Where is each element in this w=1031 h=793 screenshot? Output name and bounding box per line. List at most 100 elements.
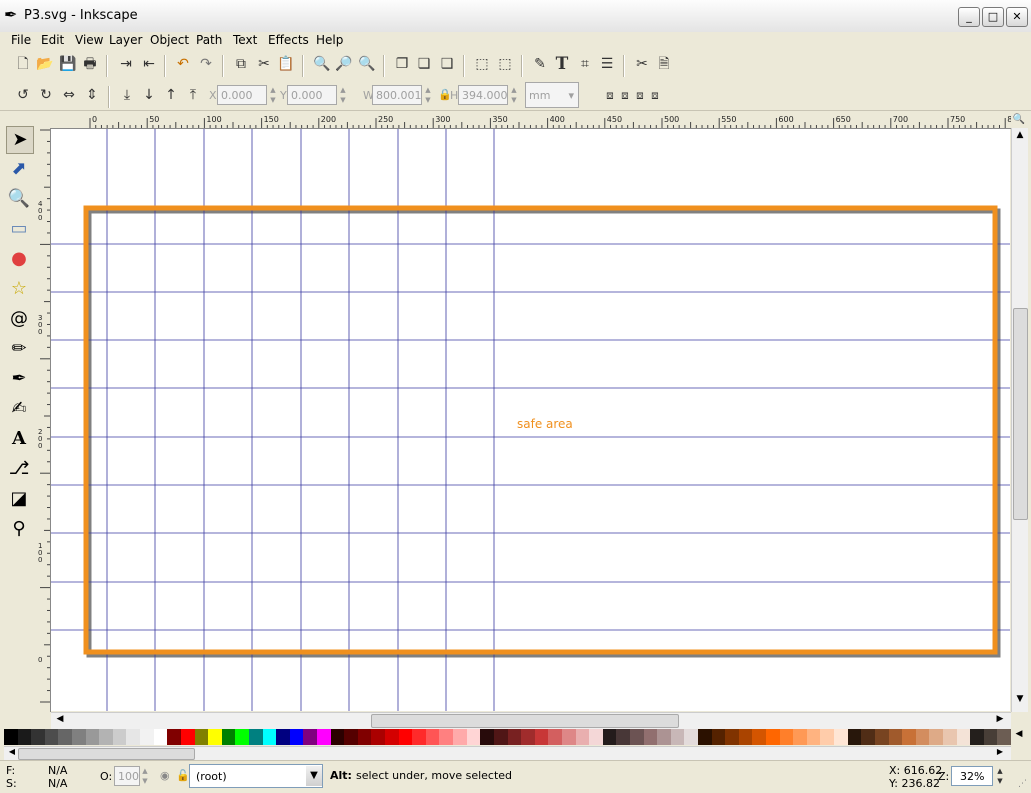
scroll-right-icon[interactable]: ▶: [993, 714, 1007, 728]
eye-icon[interactable]: ◉: [160, 769, 170, 782]
palette-swatch[interactable]: [711, 729, 726, 745]
palette-scroll-left-icon[interactable]: ◀: [6, 747, 18, 759]
import-icon[interactable]: ⇥: [116, 54, 136, 74]
calligraphy-tool-icon[interactable]: ✍: [6, 396, 32, 422]
palette-swatch[interactable]: [752, 729, 767, 745]
zoom-tool-icon[interactable]: 🔍: [6, 186, 32, 212]
align-icon[interactable]: ☰: [597, 54, 617, 74]
fill-value[interactable]: N/A: [48, 764, 67, 777]
palette-swatch[interactable]: [616, 729, 631, 745]
palette-swatch[interactable]: [670, 729, 685, 745]
palette-swatch[interactable]: [58, 729, 73, 745]
palette-swatch[interactable]: [929, 729, 944, 745]
palette-swatch[interactable]: [167, 729, 182, 745]
palette-swatch[interactable]: [684, 729, 699, 745]
palette-scrollbar[interactable]: ◀ ▶: [4, 746, 1011, 761]
palette-swatch[interactable]: [657, 729, 672, 745]
minimize-button[interactable]: _: [958, 7, 980, 27]
palette-swatch[interactable]: [44, 729, 59, 745]
ungroup-icon[interactable]: ⬚: [495, 54, 515, 74]
rotate-ccw-icon[interactable]: ↺: [13, 85, 33, 105]
vertical-scrollbar[interactable]: ▲ ▼: [1011, 128, 1028, 712]
rectangle-tool-icon[interactable]: ▭: [6, 216, 32, 242]
selector-tool-icon[interactable]: ➤: [6, 126, 34, 154]
text-tool-icon[interactable]: A: [6, 426, 32, 452]
palette-scroll-thumb[interactable]: [18, 748, 195, 760]
opacity-spinner[interactable]: ▲ ▼: [140, 766, 150, 786]
palette-swatch[interactable]: [126, 729, 141, 745]
palette-swatch[interactable]: [85, 729, 100, 745]
fill-stroke-icon[interactable]: ✎: [530, 54, 550, 74]
x-spinner[interactable]: ▲ ▼: [268, 85, 278, 105]
w-spinner[interactable]: ▲ ▼: [423, 85, 433, 105]
ellipse-tool-icon[interactable]: ●: [6, 246, 32, 272]
save-icon[interactable]: 💾: [58, 54, 78, 74]
palette-swatch[interactable]: [861, 729, 876, 745]
palette-swatch[interactable]: [589, 729, 604, 745]
h-spinner[interactable]: ▲ ▼: [509, 85, 519, 105]
palette-swatch[interactable]: [983, 729, 998, 745]
close-button[interactable]: ✕: [1006, 7, 1028, 27]
redo-icon[interactable]: ↷: [196, 54, 216, 74]
palette-swatch[interactable]: [820, 729, 835, 745]
document-properties-icon[interactable]: 🗎: [654, 54, 674, 74]
w-field[interactable]: 800.001: [372, 85, 422, 105]
gradient-tool-icon[interactable]: ◪: [6, 486, 32, 512]
undo-icon[interactable]: ↶: [173, 54, 193, 74]
preferences-icon[interactable]: ✂: [632, 54, 652, 74]
palette-swatch[interactable]: [208, 729, 223, 745]
palette-swatch[interactable]: [466, 729, 481, 745]
lower-bottom-icon[interactable]: ⤓: [117, 85, 137, 105]
zoom-selection-icon[interactable]: 🔍: [312, 54, 332, 74]
palette-swatch[interactable]: [17, 729, 32, 745]
menu-file[interactable]: File: [11, 33, 31, 47]
horizontal-ruler[interactable]: 0 50 100 150 200 250 300 350 400 450 500 550 600 650 7…: [51, 114, 1011, 129]
palette-swatch[interactable]: [888, 729, 903, 745]
palette-swatch[interactable]: [194, 729, 209, 745]
palette-swatch[interactable]: [235, 729, 250, 745]
y-spinner[interactable]: ▲ ▼: [338, 85, 348, 105]
palette-swatch[interactable]: [72, 729, 87, 745]
node-tool-icon[interactable]: ⬈: [6, 156, 32, 182]
group-icon[interactable]: ⬚: [472, 54, 492, 74]
cut-icon[interactable]: ✂: [254, 54, 274, 74]
palette-swatch[interactable]: [453, 729, 468, 745]
open-icon[interactable]: 📂: [35, 54, 55, 74]
palette-swatch[interactable]: [262, 729, 277, 745]
zoom-corner-icon[interactable]: 🔍: [1012, 114, 1026, 128]
palette-swatch[interactable]: [330, 729, 345, 745]
palette-swatch[interactable]: [153, 729, 168, 745]
zoom-drawing-icon[interactable]: 🔎: [334, 54, 354, 74]
resize-grip-icon[interactable]: ⋰: [1018, 779, 1027, 789]
palette-swatch[interactable]: [344, 729, 359, 745]
palette-swatch[interactable]: [276, 729, 291, 745]
palette-swatch[interactable]: [847, 729, 862, 745]
palette-swatch[interactable]: [412, 729, 427, 745]
palette-swatch[interactable]: [806, 729, 821, 745]
palette-swatch[interactable]: [398, 729, 413, 745]
palette-swatch[interactable]: [548, 729, 563, 745]
palette-swatch[interactable]: [874, 729, 889, 745]
vertical-ruler[interactable]: 4003002001000: [36, 128, 51, 712]
text-font-icon[interactable]: T: [552, 54, 572, 74]
palette-swatch[interactable]: [248, 729, 263, 745]
palette-swatch[interactable]: [112, 729, 127, 745]
menu-view[interactable]: View: [75, 33, 103, 47]
palette-swatch[interactable]: [738, 729, 753, 745]
raise-icon[interactable]: ↑: [161, 85, 181, 105]
palette-swatch[interactable]: [629, 729, 644, 745]
zoom-spinner[interactable]: ▲ ▼: [995, 766, 1005, 786]
lower-icon[interactable]: ↓: [139, 85, 159, 105]
copy-icon[interactable]: ⧉: [231, 54, 251, 74]
unlink-clone-icon[interactable]: ❑: [437, 54, 457, 74]
stroke-value[interactable]: N/A: [48, 777, 67, 790]
palette-swatch[interactable]: [766, 729, 781, 745]
xml-editor-icon[interactable]: ⌗: [575, 54, 595, 74]
print-icon[interactable]: 🖶: [80, 54, 100, 74]
palette-swatch[interactable]: [521, 729, 536, 745]
paste-icon[interactable]: 📋: [276, 54, 296, 74]
palette-swatch[interactable]: [371, 729, 386, 745]
scroll-up-icon[interactable]: ▲: [1013, 130, 1027, 144]
pen-tool-icon[interactable]: ✒: [6, 366, 32, 392]
palette-swatch[interactable]: [602, 729, 617, 745]
